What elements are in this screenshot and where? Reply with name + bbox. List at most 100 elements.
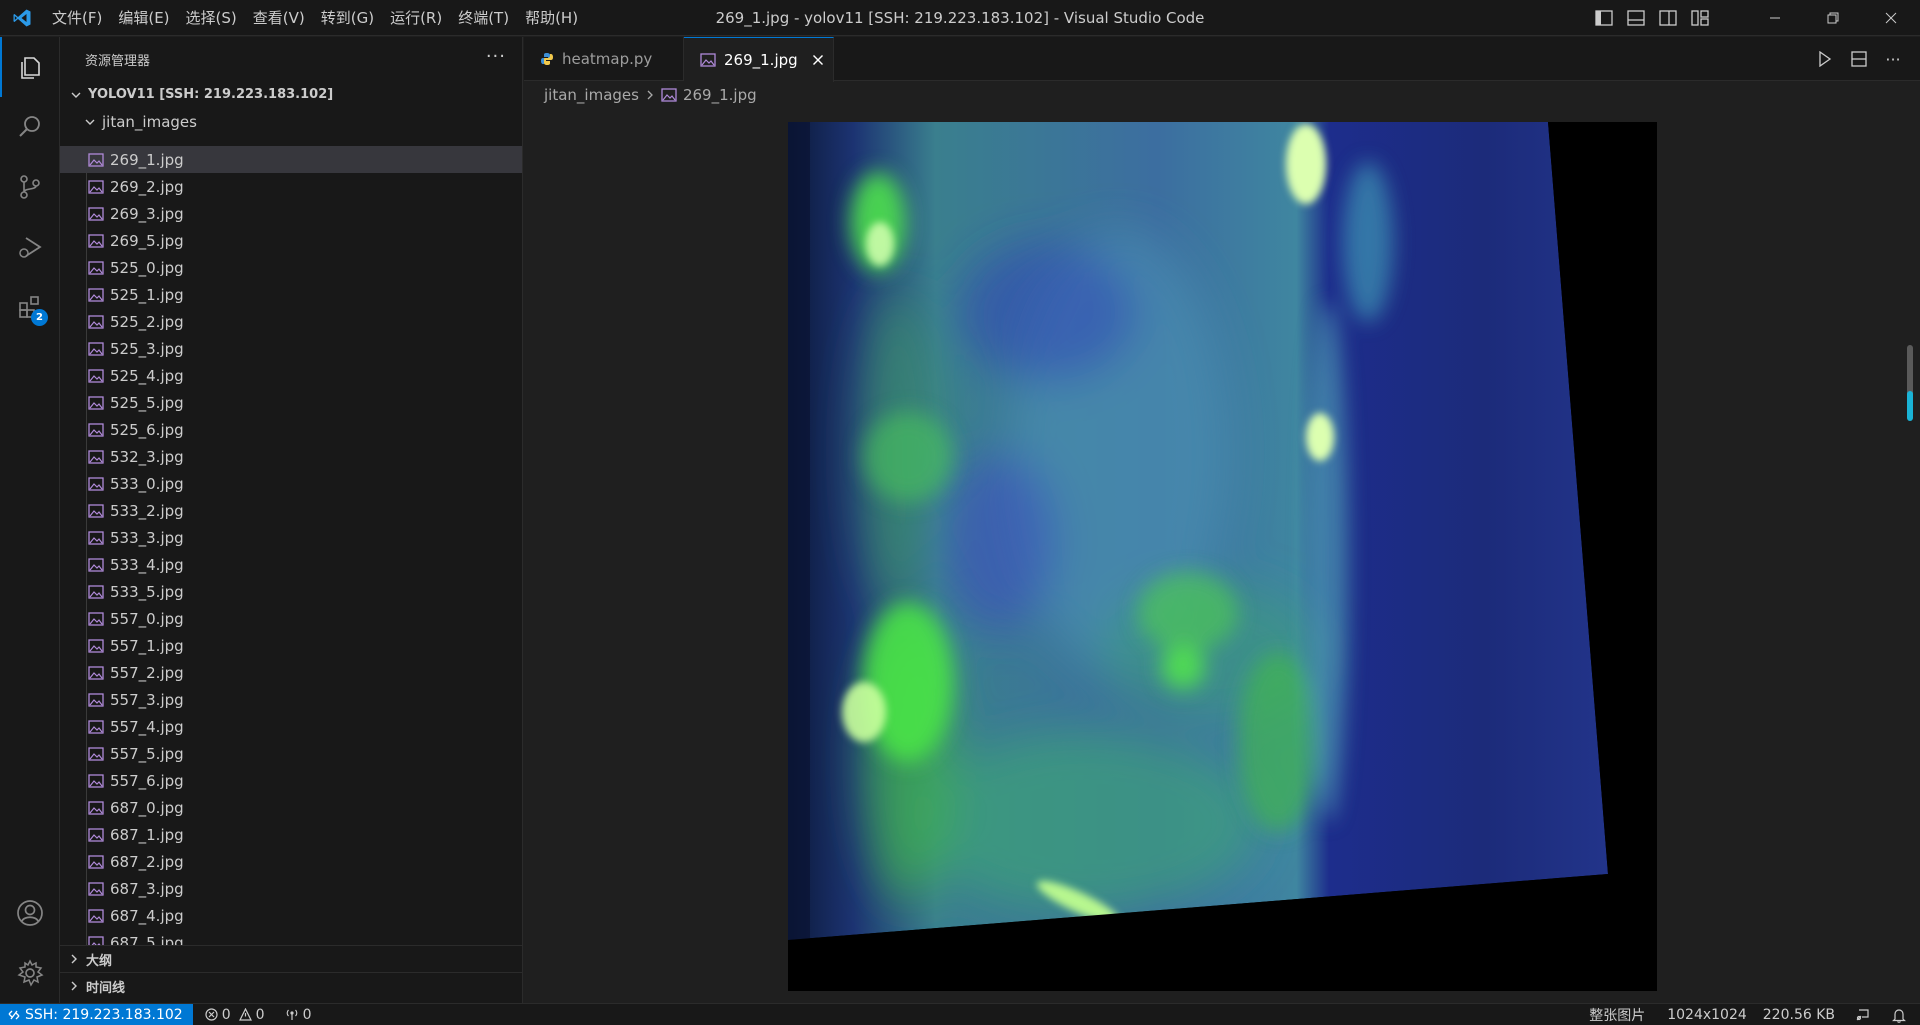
breadcrumb-file[interactable]: 269_1.jpg bbox=[683, 86, 757, 104]
image-zoom-mode[interactable]: 整张图片 bbox=[1583, 1004, 1651, 1025]
menu-item-2[interactable]: 选择(S) bbox=[178, 0, 245, 36]
file-item[interactable]: 557_6.jpg bbox=[60, 767, 522, 794]
image-file-icon bbox=[88, 530, 104, 545]
file-label: 525_1.jpg bbox=[110, 285, 184, 304]
image-icon bbox=[700, 53, 716, 67]
file-item[interactable]: 557_4.jpg bbox=[60, 713, 522, 740]
file-label: 557_6.jpg bbox=[110, 771, 184, 790]
ports-indicator[interactable]: 0 bbox=[279, 1004, 318, 1025]
scrollbar-highlight bbox=[1907, 391, 1913, 421]
image-preview[interactable] bbox=[788, 122, 1657, 991]
run-debug-icon[interactable] bbox=[0, 217, 60, 277]
source-control-icon[interactable] bbox=[0, 157, 60, 217]
file-item[interactable]: 525_1.jpg bbox=[60, 281, 522, 308]
menu-item-5[interactable]: 运行(R) bbox=[382, 0, 450, 36]
image-file-icon bbox=[88, 503, 104, 518]
restore-icon[interactable] bbox=[1804, 0, 1862, 36]
menu-item-1[interactable]: 编辑(E) bbox=[110, 0, 177, 36]
file-label: 525_5.jpg bbox=[110, 393, 184, 412]
file-label: 557_2.jpg bbox=[110, 663, 184, 682]
chevron-right-icon bbox=[66, 978, 82, 994]
chevron-right-icon bbox=[645, 89, 655, 101]
file-item[interactable]: 533_2.jpg bbox=[60, 497, 522, 524]
file-item[interactable]: 687_0.jpg bbox=[60, 794, 522, 821]
menu-bar: 文件(F) 编辑(E) 选择(S) 查看(V) 转到(G) 运行(R) 终端(T) 帮助(H) bbox=[44, 0, 586, 36]
file-label: 533_0.jpg bbox=[110, 474, 184, 493]
run-icon[interactable] bbox=[1808, 37, 1842, 81]
file-item[interactable]: 687_5.jpg bbox=[60, 929, 522, 945]
more-actions-icon[interactable]: ··· bbox=[486, 37, 506, 81]
activity-bar: 2 bbox=[0, 37, 60, 1003]
remote-indicator[interactable]: SSH: 219.223.183.102 bbox=[0, 1003, 193, 1025]
image-file-icon bbox=[88, 152, 104, 167]
workspace-root[interactable]: YOLOV11 [SSH: 219.223.183.102] bbox=[60, 81, 522, 108]
customize-layout-icon[interactable] bbox=[1684, 0, 1716, 36]
file-item[interactable]: 687_3.jpg bbox=[60, 875, 522, 902]
file-item[interactable]: 687_4.jpg bbox=[60, 902, 522, 929]
image-file-icon bbox=[88, 935, 104, 945]
timeline-section[interactable]: 时间线 bbox=[60, 972, 522, 999]
file-label: 269_5.jpg bbox=[110, 231, 184, 250]
file-label: 525_0.jpg bbox=[110, 258, 184, 277]
file-item[interactable]: 532_3.jpg bbox=[60, 443, 522, 470]
file-item[interactable]: 525_0.jpg bbox=[60, 254, 522, 281]
image-file-icon bbox=[88, 395, 104, 410]
account-icon[interactable] bbox=[0, 883, 60, 943]
file-item[interactable]: 687_1.jpg bbox=[60, 821, 522, 848]
file-item[interactable]: 557_5.jpg bbox=[60, 740, 522, 767]
toggle-primary-sidebar-icon[interactable] bbox=[1588, 0, 1620, 36]
file-item[interactable]: 533_0.jpg bbox=[60, 470, 522, 497]
folder-label: jitan_images bbox=[102, 112, 197, 131]
notifications-bell-icon[interactable] bbox=[1886, 1004, 1912, 1025]
file-item[interactable]: 557_3.jpg bbox=[60, 686, 522, 713]
file-item[interactable]: 269_5.jpg bbox=[60, 227, 522, 254]
file-item[interactable]: 525_2.jpg bbox=[60, 308, 522, 335]
menu-item-0[interactable]: 文件(F) bbox=[44, 0, 110, 36]
menu-item-7[interactable]: 帮助(H) bbox=[517, 0, 586, 36]
tab-label: 269_1.jpg bbox=[724, 51, 798, 69]
minimize-icon[interactable] bbox=[1746, 0, 1804, 36]
feedback-icon[interactable] bbox=[1849, 1004, 1876, 1025]
file-item[interactable]: 269_1.jpg bbox=[60, 146, 522, 173]
tab-269-1-jpg[interactable]: 269_1.jpg bbox=[684, 37, 834, 82]
toggle-panel-icon[interactable] bbox=[1620, 0, 1652, 36]
folder-jitan-images[interactable]: jitan_images bbox=[60, 108, 522, 135]
menu-item-6[interactable]: 终端(T) bbox=[450, 0, 517, 36]
file-item[interactable]: 557_2.jpg bbox=[60, 659, 522, 686]
file-item[interactable]: 525_3.jpg bbox=[60, 335, 522, 362]
file-item[interactable]: 557_0.jpg bbox=[60, 605, 522, 632]
file-item[interactable]: 533_3.jpg bbox=[60, 524, 522, 551]
image-file-icon bbox=[88, 449, 104, 464]
image-file-icon bbox=[88, 206, 104, 221]
menu-item-3[interactable]: 查看(V) bbox=[245, 0, 313, 36]
close-window-icon[interactable] bbox=[1862, 0, 1920, 36]
file-item[interactable]: 525_5.jpg bbox=[60, 389, 522, 416]
search-icon[interactable] bbox=[0, 97, 60, 157]
settings-gear-icon[interactable] bbox=[0, 943, 60, 1003]
file-item[interactable]: 525_6.jpg bbox=[60, 416, 522, 443]
file-item[interactable]: 533_4.jpg bbox=[60, 551, 522, 578]
file-item[interactable]: 533_5.jpg bbox=[60, 578, 522, 605]
title-bar: 文件(F) 编辑(E) 选择(S) 查看(V) 转到(G) 运行(R) 终端(T) 帮助(H)… bbox=[0, 0, 1920, 36]
toggle-secondary-sidebar-icon[interactable] bbox=[1652, 0, 1684, 36]
outline-section[interactable]: 大纲 bbox=[60, 945, 522, 972]
image-file-icon bbox=[88, 773, 104, 788]
menu-item-4[interactable]: 转到(G) bbox=[313, 0, 382, 36]
image-preview-area bbox=[524, 108, 1920, 1003]
file-item[interactable]: 525_4.jpg bbox=[60, 362, 522, 389]
breadcrumb-folder[interactable]: jitan_images bbox=[544, 86, 639, 104]
extensions-icon[interactable]: 2 bbox=[0, 277, 60, 337]
file-item[interactable]: 269_3.jpg bbox=[60, 200, 522, 227]
file-item[interactable]: 269_2.jpg bbox=[60, 173, 522, 200]
file-label: 557_1.jpg bbox=[110, 636, 184, 655]
chevron-down-icon bbox=[82, 114, 98, 130]
more-actions-icon[interactable]: ··· bbox=[1876, 37, 1910, 81]
file-item[interactable]: 687_2.jpg bbox=[60, 848, 522, 875]
explorer-icon[interactable] bbox=[0, 37, 60, 97]
file-item[interactable]: 557_1.jpg bbox=[60, 632, 522, 659]
problems-indicator[interactable]: 0 0 bbox=[199, 1004, 271, 1025]
close-tab-icon[interactable] bbox=[812, 54, 824, 66]
tab-heatmap-py[interactable]: heatmap.py bbox=[524, 37, 684, 81]
image-file-icon bbox=[88, 746, 104, 761]
split-editor-icon[interactable] bbox=[1842, 37, 1876, 81]
